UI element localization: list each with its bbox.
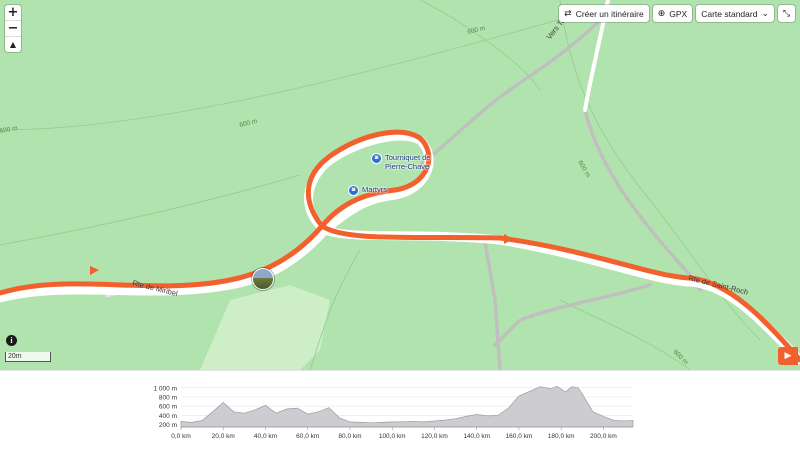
download-icon: ⊕: [657, 8, 666, 19]
roads: [0, 0, 800, 365]
zoom-out-button[interactable]: −: [5, 21, 21, 37]
route-arrow: [90, 266, 99, 275]
dashed-tracks: [418, 0, 702, 370]
map-style-label: Carte standard: [701, 8, 758, 19]
play-button[interactable]: ▶: [778, 347, 798, 365]
map-canvas[interactable]: Rte de Miribel Rte de Saint-Roch Vers To…: [0, 0, 800, 370]
map-view[interactable]: Rte de Miribel Rte de Saint-Roch Vers To…: [0, 0, 800, 370]
y-tick-label: 400 m: [159, 413, 177, 420]
road-labels: Rte de Miribel Rte de Saint-Roch Vers To…: [132, 3, 750, 298]
create-route-label: Créer un itinéraire: [575, 8, 644, 19]
y-tick-label: 800 m: [159, 395, 177, 402]
map-toolbar: ⇄ Créer un itinéraire ⊕ GPX Carte standa…: [559, 5, 795, 22]
x-tick-label: 140,0 km: [463, 433, 490, 440]
zoom-in-button[interactable]: +: [5, 5, 21, 21]
camera-icon: ◙: [371, 153, 382, 164]
user-photo-marker[interactable]: [252, 268, 274, 290]
contour-label: 600 m: [239, 118, 258, 129]
elevation-area: [180, 386, 634, 428]
compass-button[interactable]: ▲: [5, 37, 21, 52]
chevron-down-icon: ⌄: [761, 8, 769, 19]
compass-icon: ▲: [9, 40, 17, 49]
poi-martyrs[interactable]: ◙ Martyrs: [348, 185, 387, 196]
x-tick-label: 0,0 km: [171, 433, 191, 440]
elevation-chart[interactable]: 1 000 m 800 m 600 m 400 m 200 m 0,0 km 20,0 km…: [0, 371, 800, 451]
gpx-button[interactable]: ⊕ GPX: [652, 5, 693, 22]
elevation-profile[interactable]: 1 000 m 800 m 600 m 400 m 200 m 0,0 km 20,0 km…: [0, 370, 800, 451]
gpx-label: GPX: [669, 8, 688, 19]
contour-label: 600 m: [0, 125, 18, 135]
x-tick-label: 40,0 km: [254, 433, 277, 440]
poi-label: Tourniquet de Pierre-Chave: [385, 153, 431, 171]
y-tick-label: 600 m: [159, 404, 177, 411]
contour-label: 600 m: [467, 25, 486, 36]
x-tick-label: 180,0 km: [548, 433, 575, 440]
info-button[interactable]: i: [6, 335, 17, 346]
contour-label: 600 m: [576, 160, 591, 179]
zoom-controls: + − ▲: [5, 5, 21, 52]
x-tick-label: 80,0 km: [338, 433, 361, 440]
x-tick-label: 160,0 km: [506, 433, 533, 440]
x-tick-label: 20,0 km: [212, 433, 235, 440]
map-style-select[interactable]: Carte standard ⌄: [696, 5, 774, 22]
y-tick-label: 200 m: [159, 422, 177, 429]
x-tick-label: 200,0 km: [590, 433, 617, 440]
collapse-icon: ⤡: [782, 8, 791, 19]
contour-labels: 600 m 600 m 600 m 600 m 600 m: [0, 25, 689, 366]
camera-icon: ◙: [348, 185, 359, 196]
poi-tourniquet[interactable]: ◙ Tourniquet de Pierre-Chave: [371, 153, 430, 171]
x-tick-label: 120,0 km: [421, 433, 448, 440]
x-tick-label: 100,0 km: [379, 433, 406, 440]
poi-label: Martyrs: [362, 185, 387, 194]
collapse-button[interactable]: ⤡: [778, 5, 795, 22]
create-route-button[interactable]: ⇄ Créer un itinéraire: [559, 5, 649, 22]
route-icon: ⇄: [564, 8, 572, 19]
scale-bar: 20m: [5, 352, 51, 362]
clearing-area: [200, 285, 330, 370]
y-tick-label: 1 000 m: [154, 385, 178, 392]
x-tick-label: 60,0 km: [296, 433, 319, 440]
